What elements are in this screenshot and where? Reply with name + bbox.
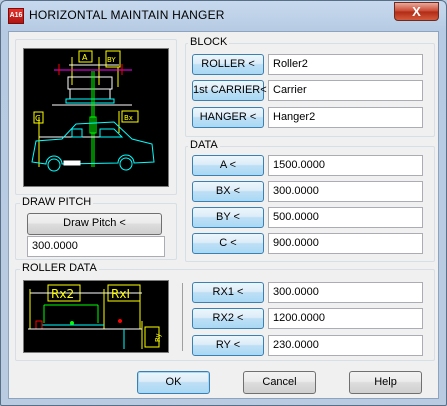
draw-pitch-button[interactable]: Draw Pitch < (27, 213, 162, 235)
label-by: BY (107, 56, 116, 64)
a-button[interactable]: A < (192, 155, 264, 176)
by-field[interactable]: 500.0000 (268, 207, 423, 228)
ry-field[interactable]: 230.0000 (268, 335, 423, 356)
cancel-button[interactable]: Cancel (243, 371, 316, 394)
rx1-button[interactable]: RX1 < (192, 282, 264, 303)
data-group-label: DATA (188, 139, 220, 151)
hanger-drawing: A BY C Bx (31, 50, 155, 172)
rx2-button[interactable]: RX2 < (192, 308, 264, 329)
bx-button[interactable]: BX < (192, 181, 264, 202)
label-rx2: Rx2 (51, 287, 74, 301)
roller-preview-image: Rx2 RxI Ry (23, 280, 169, 353)
ok-button[interactable]: OK (137, 371, 210, 394)
label-a: A (82, 53, 88, 62)
roller-separator (182, 283, 183, 351)
roller-drawing: Rx2 RxI Ry (28, 284, 162, 349)
by-button[interactable]: BY < (192, 207, 264, 228)
window-title: HORIZONTAL MAINTAIN HANGER (29, 8, 225, 22)
draw-pitch-label: DRAW PITCH (20, 196, 94, 208)
roller-data-label: ROLLER DATA (20, 262, 99, 274)
roller-field[interactable]: Roller2 (268, 54, 423, 75)
a-field[interactable]: 1500.0000 (268, 155, 423, 176)
hanger-field[interactable]: Hanger2 (268, 107, 423, 128)
draw-pitch-field[interactable]: 300.0000 (27, 236, 165, 257)
rx1-field[interactable]: 300.0000 (268, 282, 423, 303)
rx2-field[interactable]: 1200.0000 (268, 308, 423, 329)
block-group-label: BLOCK (188, 36, 230, 48)
label-ry: Ry (154, 333, 162, 342)
c-field[interactable]: 900.0000 (268, 233, 423, 254)
hanger-preview-image: A BY C Bx (23, 48, 169, 187)
c-button[interactable]: C < (192, 233, 264, 254)
roller-button[interactable]: ROLLER < (192, 54, 264, 75)
close-button[interactable]: X (394, 2, 439, 21)
close-icon: X (412, 4, 421, 19)
app-icon: A16 (8, 8, 24, 24)
first-carrier-button[interactable]: 1st CARRIER< (192, 80, 267, 101)
label-rx1: RxI (111, 287, 130, 301)
dialog-window: A16 HORIZONTAL MAINTAIN HANGER X A BY C … (0, 0, 447, 406)
dialog-client-area: A BY C Bx BLOCK ROLLER < Roller2 1st CAR… (8, 31, 439, 399)
label-bx: Bx (124, 114, 133, 122)
title-bar[interactable]: A16 HORIZONTAL MAINTAIN HANGER X (1, 1, 446, 31)
ry-button[interactable]: RY < (192, 335, 264, 356)
hanger-button[interactable]: HANGER < (192, 107, 264, 128)
bx-field[interactable]: 300.0000 (268, 181, 423, 202)
first-carrier-field[interactable]: Carrier (268, 80, 423, 101)
label-c: C (35, 114, 41, 123)
help-button[interactable]: Help (349, 371, 422, 394)
